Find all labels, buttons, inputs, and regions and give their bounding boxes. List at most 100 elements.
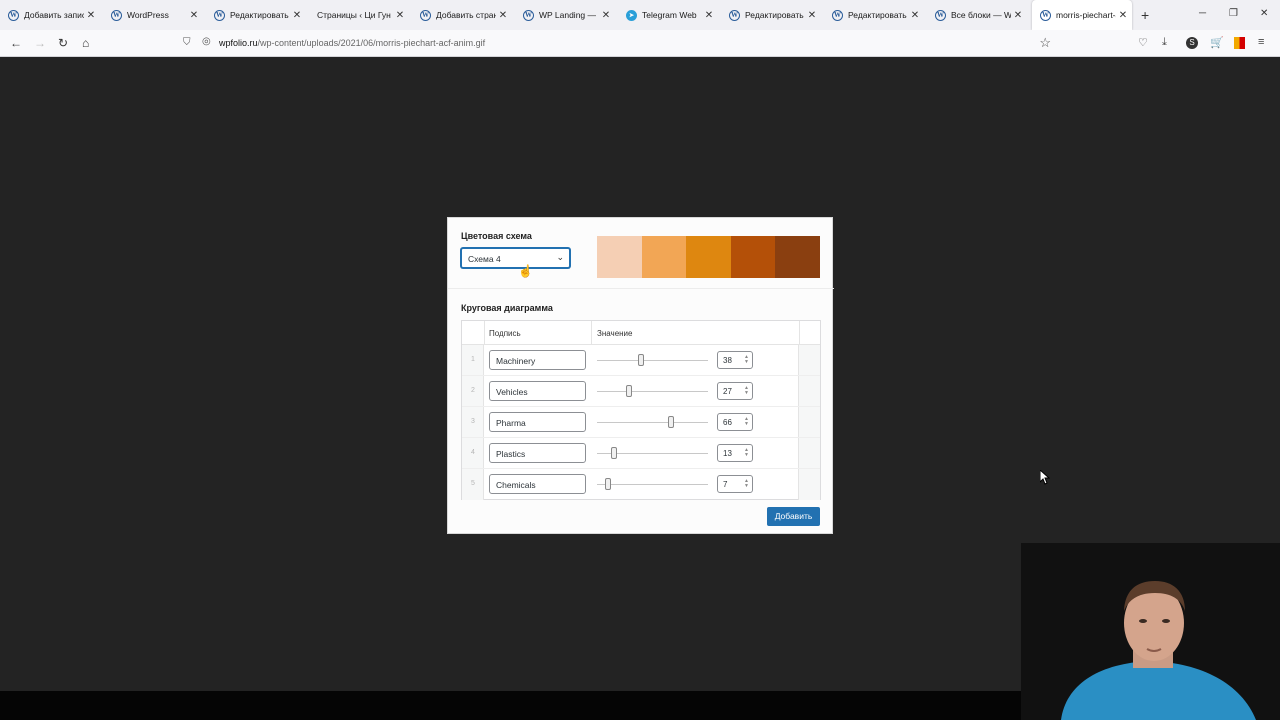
home-icon[interactable]: ⌂ [82, 36, 89, 50]
browser-nav-bar: ← → ↻ ⌂ ⛉ ◎ wpfolio.ru/wp-content/upload… [0, 30, 1280, 57]
value-input[interactable]: 66 ▲ ▼ [717, 413, 753, 431]
close-tab-icon[interactable]: ✕ [599, 10, 613, 21]
value-text: 66 [723, 418, 732, 427]
close-tab-icon[interactable]: ✕ [290, 10, 304, 21]
spinner-icon[interactable]: ▲ ▼ [744, 386, 749, 396]
video-bottom-strip [0, 691, 1021, 720]
spinner-icon[interactable]: ▲ ▼ [744, 448, 749, 458]
download-icon[interactable]: ⤓ [1162, 36, 1167, 49]
wordpress-icon: W [935, 9, 946, 21]
browser-tab-bar: W Добавить запись ✕ W WordPress ✕ W Реда… [0, 0, 1280, 30]
menu-icon[interactable]: ≡ [1258, 36, 1264, 48]
tab-active[interactable]: W morris-piechart-a ✕ [1032, 0, 1132, 30]
divider [448, 288, 834, 289]
wordpress-icon: W [420, 9, 431, 21]
restore-icon[interactable]: ❐ [1229, 8, 1238, 19]
row-number[interactable]: 2 [462, 387, 484, 394]
tab[interactable]: Страницы ‹ Ци Гун Д ✕ [309, 0, 409, 30]
color-scheme-select[interactable]: Схема 4 ⌄ [461, 248, 570, 268]
minimize-icon[interactable]: ─ [1199, 8, 1206, 19]
close-tab-icon[interactable]: ✕ [702, 10, 716, 21]
spinner-icon[interactable]: ▲ ▼ [744, 355, 749, 365]
table-header: Подпись Значение [462, 321, 820, 345]
row-number[interactable]: 1 [462, 356, 484, 363]
page-info-icon[interactable]: ◎ [202, 36, 211, 47]
slider-track[interactable] [597, 484, 708, 485]
close-tab-icon[interactable]: ✕ [1116, 10, 1130, 21]
close-tab-icon[interactable]: ✕ [805, 10, 819, 21]
wordpress-icon: W [832, 9, 843, 21]
label-input[interactable]: Machinery [489, 350, 586, 370]
pie-chart-title: Круговая диаграмма [461, 303, 553, 313]
wordpress-icon: W [729, 9, 740, 21]
slider-thumb[interactable] [638, 354, 645, 366]
tab[interactable]: W WordPress ✕ [103, 0, 203, 30]
url-text[interactable]: wpfolio.ru/wp-content/uploads/2021/06/mo… [219, 38, 485, 48]
spinner-icon[interactable]: ▲ ▼ [744, 479, 749, 489]
label-input[interactable]: Pharma [489, 412, 586, 432]
tab[interactable]: W WP Landing — Bu ✕ [515, 0, 615, 30]
color-scheme-title: Цветовая схема [461, 231, 532, 241]
column-header-label: Подпись [489, 329, 521, 338]
telegram-icon: ➤ [626, 9, 637, 21]
tab[interactable]: W Все блоки — Wor ✕ [927, 0, 1027, 30]
slider-track[interactable] [597, 360, 708, 361]
close-tab-icon[interactable]: ✕ [1011, 10, 1025, 21]
close-tab-icon[interactable]: ✕ [187, 10, 201, 21]
shield-icon[interactable]: ⛉ [183, 37, 191, 48]
wordpress-icon: W [523, 9, 534, 21]
spinner-icon[interactable]: ▲ ▼ [744, 417, 749, 427]
value-input[interactable]: 27 ▲ ▼ [717, 382, 753, 400]
divider [799, 321, 800, 345]
palette-swatch [686, 236, 731, 278]
close-window-icon[interactable]: ✕ [1260, 8, 1268, 19]
label-input[interactable]: Chemicals [489, 474, 586, 494]
label-input[interactable]: Vehicles [489, 381, 586, 401]
slider-thumb[interactable] [604, 478, 611, 490]
value-input[interactable]: 38 ▲ ▼ [717, 351, 753, 369]
value-input[interactable]: 7 ▲ ▼ [717, 475, 753, 493]
chevron-down-icon: ⌄ [556, 252, 564, 262]
extension-s-icon[interactable]: S [1186, 37, 1198, 49]
add-row-button[interactable]: Добавить [767, 507, 820, 526]
close-tab-icon[interactable]: ✕ [393, 10, 407, 21]
row-number[interactable]: 4 [462, 449, 484, 456]
slider-thumb[interactable] [611, 447, 618, 459]
webcam-overlay [1021, 543, 1280, 720]
repeater-table: Подпись Значение 1 Machinery 38 ▲ ▼ 2 Veh… [461, 320, 821, 500]
forward-icon[interactable]: → [34, 36, 46, 50]
divider [484, 321, 485, 345]
value-text: 13 [723, 449, 732, 458]
tab[interactable]: W Добавить страниц ✕ [412, 0, 512, 30]
tab[interactable]: W Редактировать за ✕ [206, 0, 306, 30]
extension-flag-icon[interactable] [1234, 37, 1245, 49]
reload-icon[interactable]: ↻ [58, 36, 68, 50]
slider-track[interactable] [597, 422, 708, 423]
tab[interactable]: W Редактировать те ✕ [824, 0, 924, 30]
close-tab-icon[interactable]: ✕ [496, 10, 510, 21]
back-icon[interactable]: ← [10, 36, 22, 50]
pocket-icon[interactable]: ♡ [1138, 36, 1148, 49]
tab[interactable]: ➤ Telegram Web ✕ [618, 0, 718, 30]
value-text: 38 [723, 356, 732, 365]
new-tab-icon[interactable]: + [1141, 7, 1149, 23]
row-number[interactable]: 3 [462, 418, 484, 425]
wordpress-icon: W [8, 9, 19, 21]
label-input[interactable]: Plastics [489, 443, 586, 463]
close-tab-icon[interactable]: ✕ [908, 10, 922, 21]
row-number[interactable]: 5 [462, 480, 484, 487]
palette-swatch [641, 236, 687, 278]
tab[interactable]: W Добавить запись ✕ [0, 0, 100, 30]
slider-thumb[interactable] [668, 416, 675, 428]
tab[interactable]: W Редактировать те ✕ [721, 0, 821, 30]
palette-swatch [775, 236, 820, 278]
value-input[interactable]: 13 ▲ ▼ [717, 444, 753, 462]
bookmark-star-icon[interactable]: ☆ [1039, 35, 1051, 51]
close-tab-icon[interactable]: ✕ [84, 10, 98, 21]
cart-icon[interactable]: 🛒 [1210, 36, 1224, 49]
slider-thumb[interactable] [626, 385, 633, 397]
value-text: 27 [723, 387, 732, 396]
slider-track[interactable] [597, 391, 708, 392]
address-bar[interactable]: ⛉ ◎ wpfolio.ru/wp-content/uploads/2021/0… [178, 33, 1058, 54]
table-row: 1 Machinery 38 ▲ ▼ [462, 345, 820, 376]
